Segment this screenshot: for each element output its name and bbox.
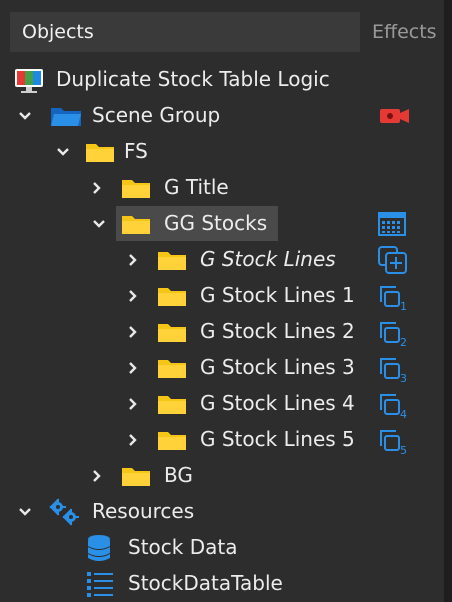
duplicate-numbered-icon[interactable]: 1 [378,284,407,313]
folder-icon [158,286,186,306]
tab-objects[interactable]: Objects [10,12,360,52]
tree-item-g-stock-lines-5[interactable]: G Stock Lines 5 5 [0,422,444,458]
add-duplicate-icon[interactable] [378,246,407,274]
tree-item-label: GG Stocks [164,211,268,235]
folder-icon [158,358,186,378]
chevron-right-icon[interactable] [126,397,140,411]
chevron-down-icon[interactable] [18,505,32,519]
tree-item-scene-group[interactable]: Scene Group [0,98,444,134]
folder-icon [158,250,186,270]
dup-index-label: 4 [400,408,407,420]
tree-item-label: G Stock Lines 5 [200,427,355,451]
tree-item-label: Resources [92,499,195,523]
record-icon[interactable] [380,106,410,126]
tree-item-g-stock-lines[interactable]: G Stock Lines [0,242,444,278]
chevron-right-icon[interactable] [126,361,140,375]
folder-icon [158,394,186,414]
tree-item-label: StockDataTable [128,571,283,595]
tree-item-g-title[interactable]: G Title [0,170,444,206]
chevron-down-icon[interactable] [18,109,32,123]
dup-index-label: 2 [400,336,407,348]
tree-item-label: FS [124,139,148,163]
tree-item-label: Scene Group [92,103,221,127]
tree-item-root[interactable]: Duplicate Stock Table Logic [0,62,444,98]
chevron-right-icon[interactable] [126,325,140,339]
tree-item-label: G Stock Lines [200,247,336,271]
chevron-right-icon[interactable] [126,289,140,303]
tree-item-label: BG [164,463,193,487]
folder-icon [122,214,150,234]
tree-item-g-stock-lines-1[interactable]: G Stock Lines 1 1 [0,278,444,314]
duplicate-numbered-icon[interactable]: 5 [378,428,407,457]
dup-index-label: 5 [400,444,407,456]
tab-effects[interactable]: Effects [372,21,437,43]
folder-icon [86,142,114,162]
panel-edge [444,0,452,602]
folder-icon [158,322,186,342]
blue-folder-icon [50,105,82,127]
grid-table-icon[interactable] [378,212,406,238]
gears-icon [48,498,82,526]
dup-index-label: 3 [400,372,407,384]
monitor-icon [14,68,44,93]
objects-panel: Objects Effects Duplicate Stock Table Lo… [0,0,452,602]
database-icon [86,534,112,562]
tree-item-label: Stock Data [128,535,238,559]
tree-item-fs[interactable]: FS [0,134,444,170]
dup-index-label: 1 [400,300,407,312]
tab-objects-label: Objects [22,21,94,43]
chevron-right-icon[interactable] [90,181,104,195]
tree-item-label: G Stock Lines 4 [200,391,355,415]
chevron-right-icon[interactable] [126,253,140,267]
duplicate-numbered-icon[interactable]: 2 [378,320,407,349]
list-icon [86,570,114,598]
tree-item-g-stock-lines-3[interactable]: G Stock Lines 3 3 [0,350,444,386]
chevron-down-icon[interactable] [56,145,70,159]
tree-item-stock-data[interactable]: Stock Data [0,530,444,566]
tree-item-label: G Stock Lines 2 [200,319,355,343]
folder-icon [122,466,150,486]
chevron-right-icon[interactable] [126,433,140,447]
tree-item-label: Duplicate Stock Table Logic [56,67,330,91]
tree-item-label: G Stock Lines 3 [200,355,355,379]
tree-item-resources[interactable]: Resources [0,494,444,530]
tree-item-label: G Title [164,175,229,199]
duplicate-numbered-icon[interactable]: 4 [378,392,407,421]
tree-item-g-stock-lines-4[interactable]: G Stock Lines 4 4 [0,386,444,422]
tree-item-stock-data-table[interactable]: StockDataTable [0,566,444,602]
tree-item-label: G Stock Lines 1 [200,283,355,307]
tree-item-gg-stocks[interactable]: GG Stocks [0,206,444,242]
tree-item-g-stock-lines-2[interactable]: G Stock Lines 2 2 [0,314,444,350]
chevron-right-icon[interactable] [90,469,104,483]
folder-icon [158,430,186,450]
panel-header: Objects Effects [0,0,444,56]
folder-icon [122,178,150,198]
tree-item-bg[interactable]: BG [0,458,444,494]
duplicate-numbered-icon[interactable]: 3 [378,356,407,385]
chevron-down-icon[interactable] [92,217,106,231]
